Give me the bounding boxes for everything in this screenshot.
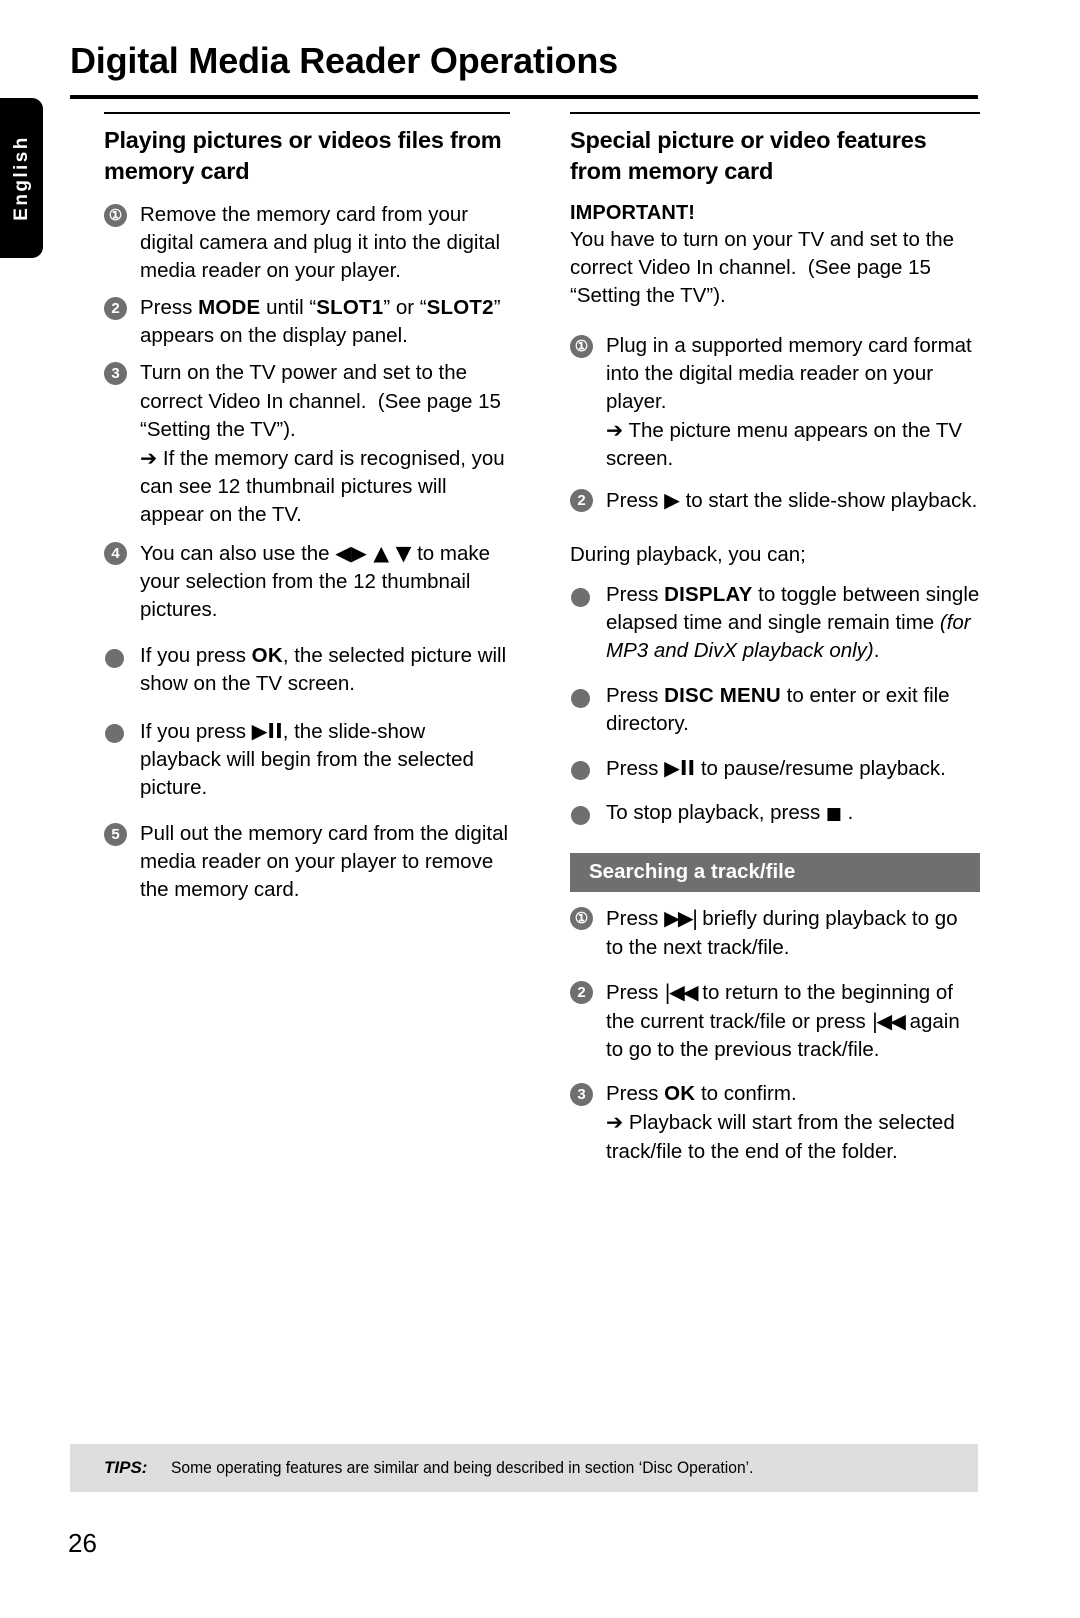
language-tab: English	[0, 98, 43, 258]
right-steps-list: ① Plug in a supported memory card format…	[570, 332, 980, 515]
title-divider	[70, 95, 978, 99]
language-tab-label: English	[10, 135, 32, 221]
search-section-header: Searching a track/file	[570, 853, 980, 893]
step-text: Plug in a supported memory card format i…	[606, 333, 972, 414]
step-marker-2: 2	[104, 297, 127, 321]
bullet-dot-icon	[571, 806, 590, 826]
left-final-step-list: 5 Pull out the memory card from the digi…	[104, 820, 510, 905]
bullet-dot-icon	[105, 723, 124, 743]
step-text: Press MODE until “SLOT1” or “SLOT2” appe…	[140, 296, 507, 348]
list-item: To stop playback, press ■ .	[570, 799, 980, 827]
play-pause-icon: ▶II	[251, 718, 283, 743]
step-marker-3: 3	[570, 1083, 593, 1107]
list-item: 2 Press |◀◀ to return to the beginning o…	[570, 978, 980, 1065]
step-marker-1: ①	[570, 334, 593, 358]
list-item: 2 Press ▶ to start the slide-show playba…	[570, 486, 980, 515]
important-label: IMPORTANT!	[570, 201, 696, 224]
stop-icon: ■	[825, 804, 842, 825]
right-column: Special picture or video features from m…	[570, 112, 980, 1166]
bullet-dot-icon	[105, 649, 124, 669]
previous-track-icon: |◀◀	[871, 1008, 905, 1033]
step-sub-note: ➔ Playback will start from the selected …	[606, 1110, 955, 1163]
step-marker-1: ①	[570, 907, 593, 931]
left-column-heading: Playing pictures or videos files from me…	[104, 127, 502, 185]
tips-box: TIPS: Some operating features are simila…	[70, 1444, 978, 1492]
bullet-dot-icon	[571, 688, 590, 708]
playback-bullets-list: Press DISPLAY to toggle between single e…	[570, 581, 980, 827]
step-text: Pull out the memory card from the digita…	[140, 822, 509, 902]
step-text: You can also use the ◀▶ ▲ ▼ to make your…	[140, 540, 491, 621]
step-text: Turn on the TV power and set to the corr…	[140, 361, 501, 441]
list-item: ① Plug in a supported memory card format…	[570, 332, 980, 474]
list-item: Press ▶II to pause/resume playback.	[570, 754, 980, 783]
bullet-text: Press ▶II to pause/resume playback.	[606, 755, 946, 780]
bullet-text: If you press OK, the selected picture wi…	[140, 644, 507, 696]
list-item: 5 Pull out the memory card from the digi…	[104, 820, 510, 905]
left-column-divider	[104, 112, 510, 114]
play-pause-icon: ▶II	[664, 755, 696, 780]
step-text: Press |◀◀ to return to the beginning of …	[606, 979, 960, 1062]
right-column-heading: Special picture or video features from m…	[570, 127, 927, 185]
list-item: ① Press ▶▶| briefly during playback to g…	[570, 904, 980, 961]
right-column-divider	[570, 112, 980, 114]
bullet-text: To stop playback, press ■ .	[606, 801, 854, 825]
list-item: If you press ▶II, the slide-show playbac…	[104, 717, 510, 803]
step-text: Press ▶ to start the slide-show playback…	[606, 487, 978, 512]
bullet-text: Press DISC MENU to enter or exit file di…	[606, 683, 950, 735]
list-item: ① Remove the memory card from your digit…	[104, 201, 510, 286]
step-marker-2: 2	[570, 980, 593, 1004]
list-item: 3 Turn on the TV power and set to the co…	[104, 359, 510, 529]
step-marker-1: ①	[104, 203, 127, 227]
important-text: You have to turn on your TV and set to t…	[570, 227, 955, 307]
left-bullets-list: If you press OK, the selected picture wi…	[104, 642, 510, 802]
list-item: Press DISC MENU to enter or exit file di…	[570, 682, 980, 738]
nav-arrows-icon: ◀▶ ▲ ▼	[335, 540, 412, 565]
step-marker-3: 3	[104, 362, 127, 386]
during-playback-label: During playback, you can;	[570, 542, 806, 566]
list-item: If you press OK, the selected picture wi…	[104, 642, 510, 698]
step-marker-5: 5	[104, 823, 127, 847]
step-marker-2: 2	[570, 488, 593, 512]
step-text: Press OK to confirm.	[606, 1082, 797, 1106]
left-steps-list: ① Remove the memory card from your digit…	[104, 201, 510, 625]
bullet-text: If you press ▶II, the slide-show playbac…	[140, 718, 474, 799]
next-track-icon: ▶▶|	[664, 906, 698, 931]
play-icon: ▶	[664, 487, 680, 512]
step-sub-note: ➔ The picture menu appears on the TV scr…	[606, 418, 963, 471]
step-text: Press ▶▶| briefly during playback to go …	[606, 906, 958, 959]
page-number: 26	[68, 1528, 97, 1558]
bullet-text: Press DISPLAY to toggle between single e…	[606, 583, 980, 663]
list-item: Press DISPLAY to toggle between single e…	[570, 581, 980, 666]
bullet-dot-icon	[571, 760, 590, 780]
list-item: 4 You can also use the ◀▶ ▲ ▼ to make yo…	[104, 539, 510, 625]
list-item: 3 Press OK to confirm. ➔ Playback will s…	[570, 1080, 980, 1166]
tips-text: Some operating features are similar and …	[171, 1458, 754, 1477]
step-sub-note: ➔ If the memory card is recognised, you …	[140, 446, 505, 527]
manual-page: English Digital Media Reader Operations …	[0, 0, 1080, 1618]
list-item: 2 Press MODE until “SLOT1” or “SLOT2” ap…	[104, 294, 510, 350]
search-steps-list: ① Press ▶▶| briefly during playback to g…	[570, 904, 980, 1166]
tips-label: TIPS:	[104, 1458, 148, 1477]
step-marker-4: 4	[104, 541, 127, 565]
page-title: Digital Media Reader Operations	[70, 40, 618, 81]
step-text: Remove the memory card from your digital…	[140, 202, 501, 282]
left-column: Playing pictures or videos files from me…	[104, 112, 510, 905]
bullet-dot-icon	[571, 588, 590, 608]
previous-track-icon: |◀◀	[664, 979, 698, 1004]
